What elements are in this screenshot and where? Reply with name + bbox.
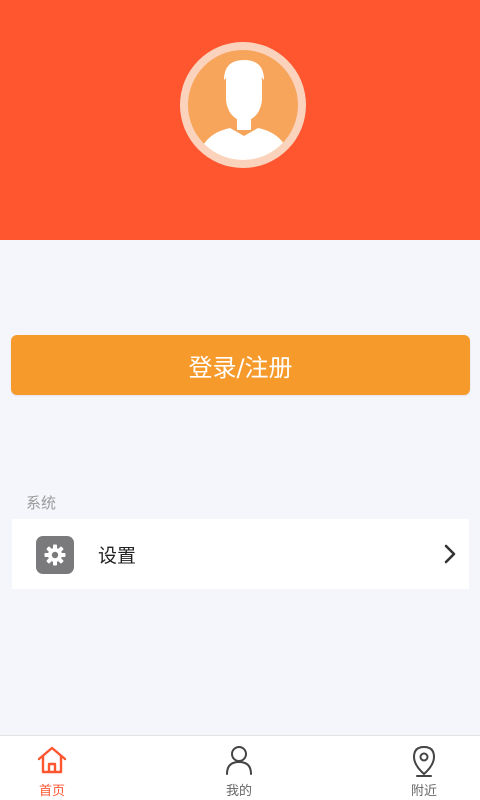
menu-item-settings[interactable]: 设置 xyxy=(12,519,469,589)
location-pin-icon xyxy=(411,745,437,781)
tab-home[interactable]: 首页 xyxy=(12,736,92,800)
tab-nearby[interactable]: 附近 xyxy=(384,736,464,800)
profile-header xyxy=(0,0,480,240)
section-title-system: 系统 xyxy=(26,494,57,512)
gear-icon xyxy=(36,536,74,574)
login-register-label: 登录/注册 xyxy=(188,353,293,382)
tab-home-label: 首页 xyxy=(38,784,65,799)
login-register-button[interactable]: 登录/注册 xyxy=(11,335,470,395)
avatar[interactable] xyxy=(180,42,306,168)
tab-mine-label: 我的 xyxy=(225,784,252,799)
user-icon xyxy=(225,745,253,779)
user-avatar-icon xyxy=(188,50,298,160)
menu-item-settings-label: 设置 xyxy=(98,545,137,567)
bottom-tab-bar: 首页 我的 附近 xyxy=(0,735,480,800)
chevron-right-icon xyxy=(443,543,457,569)
tab-mine[interactable]: 我的 xyxy=(199,736,279,800)
home-icon xyxy=(36,745,68,779)
tab-nearby-label: 附近 xyxy=(410,784,437,799)
